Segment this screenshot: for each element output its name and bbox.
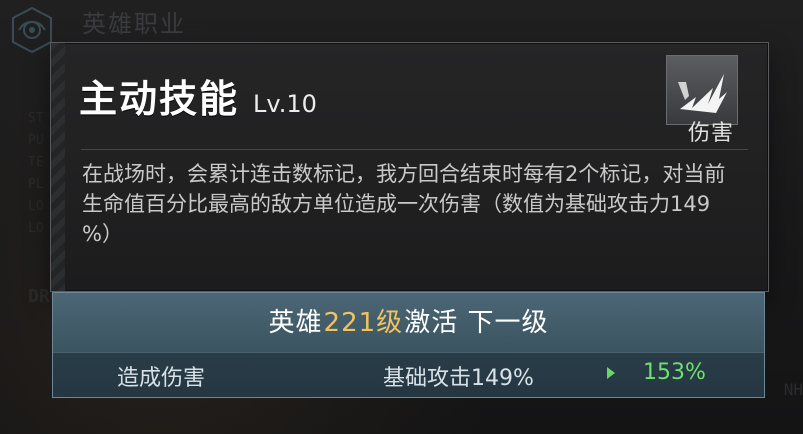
background-stats: ST PU TE PL LO LO: [28, 111, 44, 236]
next-damage-value: 153%: [643, 360, 706, 385]
hero-level-requirement: 221级: [323, 308, 404, 338]
hero-class-icon: [12, 6, 52, 54]
skill-header: 主动技能 Lv.10: [79, 68, 672, 128]
skill-description: 在战场时，会累计连击数标记，我方回合结束时每有2个标记，对当前生命值百分比最高的…: [82, 162, 726, 246]
current-damage-value: 基础攻击149%: [383, 366, 534, 391]
damage-upgrade-row: 造成伤害 基础攻击149% 153%: [53, 352, 764, 397]
damage-icon-graphic: [678, 74, 727, 113]
damage-label: 造成伤害: [117, 366, 206, 391]
upgrade-suffix: 激活 下一级: [404, 308, 549, 338]
upgrade-prefix: 英雄: [268, 308, 323, 338]
skill-level: Lv.10: [253, 90, 317, 118]
tooltip-divider: [81, 149, 748, 150]
background-title: 英雄职业: [82, 10, 186, 38]
background-right-label: NH: [783, 380, 803, 399]
skill-title: 主动技能: [79, 77, 240, 121]
tooltip-stripes: [51, 43, 65, 291]
upgrade-arrow-icon: [607, 367, 615, 379]
skill-tooltip: 主动技能 Lv.10 伤害 在战场时，会累计连击数标记，我方回合结束时每有2个标…: [50, 42, 769, 292]
upgrade-panel: 英雄221级激活 下一级 造成伤害 基础攻击149% 153%: [52, 292, 765, 398]
upgrade-title: 英雄221级激活 下一级: [53, 302, 764, 339]
skill-type: 伤害: [687, 121, 734, 146]
